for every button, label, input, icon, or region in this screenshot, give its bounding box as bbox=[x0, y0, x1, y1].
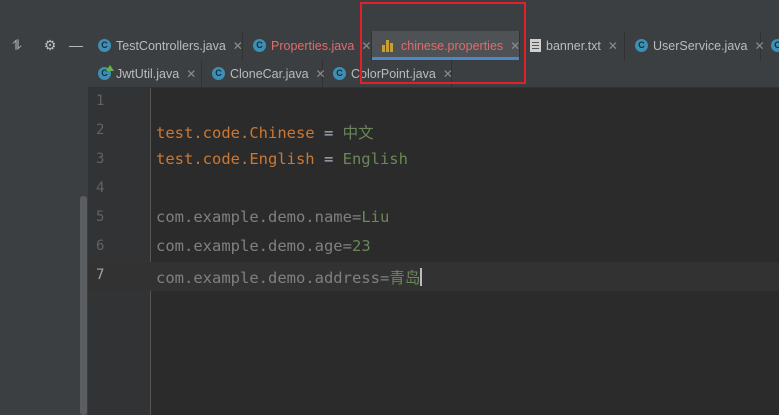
tool-window-strip bbox=[0, 0, 88, 415]
editor-line-current[interactable]: 7 com.example.demo.address=青岛 bbox=[88, 262, 779, 291]
scrollbar[interactable] bbox=[80, 196, 87, 415]
editor-line[interactable]: 6 com.example.demo.age=23 bbox=[88, 233, 779, 262]
property-key: com.example.demo.age bbox=[156, 237, 343, 255]
editor-line[interactable]: 2 test.code.Chinese = 中文 bbox=[88, 117, 779, 146]
code-text: test.code.Chinese = 中文 bbox=[156, 121, 374, 143]
java-class-icon: C bbox=[98, 67, 111, 80]
editor-line[interactable]: 4 bbox=[88, 175, 779, 204]
tool-icons: ⥮ ⚙ — bbox=[0, 33, 88, 57]
tab-label: banner.txt bbox=[546, 38, 601, 53]
annotation-box bbox=[360, 2, 526, 84]
tab-label: JwtUtil.java bbox=[116, 66, 180, 81]
java-class-icon: C bbox=[333, 67, 346, 80]
line-number: 4 bbox=[96, 180, 105, 196]
editor-line[interactable]: 3 test.code.English = English bbox=[88, 146, 779, 175]
java-class-icon: C bbox=[635, 39, 648, 52]
property-key: test.code.English bbox=[156, 150, 315, 168]
property-key: com.example.demo.name bbox=[156, 208, 352, 226]
close-icon[interactable]: ✕ bbox=[186, 67, 196, 81]
line-number: 5 bbox=[96, 209, 105, 225]
property-key: com.example.demo.address bbox=[156, 269, 380, 287]
java-class-icon: C bbox=[771, 39, 779, 52]
tab-label: TestControllers.java bbox=[116, 38, 226, 53]
property-value: 23 bbox=[351, 237, 371, 255]
collapse-icon[interactable]: ⥮ bbox=[8, 33, 26, 57]
close-icon[interactable]: ✕ bbox=[233, 39, 243, 53]
close-icon[interactable]: ✕ bbox=[608, 39, 618, 53]
separator: = bbox=[314, 124, 343, 142]
tab-clone-car[interactable]: C CloneCar.java ✕ bbox=[202, 60, 326, 87]
java-class-icon: C bbox=[212, 67, 225, 80]
code-text: test.code.English = English bbox=[156, 150, 408, 168]
minimize-icon[interactable]: — bbox=[67, 33, 85, 57]
editor-line[interactable]: 5 com.example.demo.name=Liu bbox=[88, 204, 779, 233]
tab-jwt-util[interactable]: C JwtUtil.java ✕ bbox=[88, 60, 202, 87]
tab-banner-txt[interactable]: banner.txt ✕ bbox=[520, 31, 625, 60]
property-key: test.code.Chinese bbox=[156, 124, 315, 142]
line-number: 1 bbox=[96, 93, 105, 109]
text-file-icon bbox=[530, 39, 541, 52]
editor-line[interactable]: 1 bbox=[88, 88, 779, 117]
property-value: 青岛 bbox=[389, 269, 421, 287]
property-value: English bbox=[342, 150, 408, 168]
separator: = bbox=[314, 150, 343, 168]
code-text: com.example.demo.address=青岛 bbox=[156, 266, 423, 288]
tab-user-service[interactable]: C UserService.java ✕ bbox=[625, 31, 765, 60]
code-text: com.example.demo.name=Liu bbox=[156, 208, 389, 226]
tab-label: UserService.java bbox=[653, 38, 748, 53]
property-value: 中文 bbox=[342, 124, 374, 142]
tab-label: Properties.java bbox=[271, 38, 355, 53]
property-value: Liu bbox=[361, 208, 390, 226]
line-number: 7 bbox=[96, 267, 105, 283]
line-number: 2 bbox=[96, 122, 105, 138]
java-class-icon: C bbox=[98, 39, 111, 52]
separator: = bbox=[351, 208, 362, 226]
line-number: 3 bbox=[96, 151, 105, 167]
gear-icon[interactable]: ⚙ bbox=[41, 33, 59, 57]
separator: = bbox=[342, 237, 352, 255]
line-number: 6 bbox=[96, 238, 105, 254]
separator: = bbox=[379, 269, 390, 287]
java-class-icon: C bbox=[253, 39, 266, 52]
tab-label: CloneCar.java bbox=[230, 66, 309, 81]
code-text: com.example.demo.age=23 bbox=[156, 237, 371, 255]
tab-properties-java[interactable]: C Properties.java ✕ bbox=[243, 31, 372, 60]
tab-overflow[interactable]: C bbox=[761, 31, 779, 60]
text-caret bbox=[420, 268, 423, 286]
tab-test-controllers[interactable]: C TestControllers.java ✕ bbox=[88, 31, 243, 60]
